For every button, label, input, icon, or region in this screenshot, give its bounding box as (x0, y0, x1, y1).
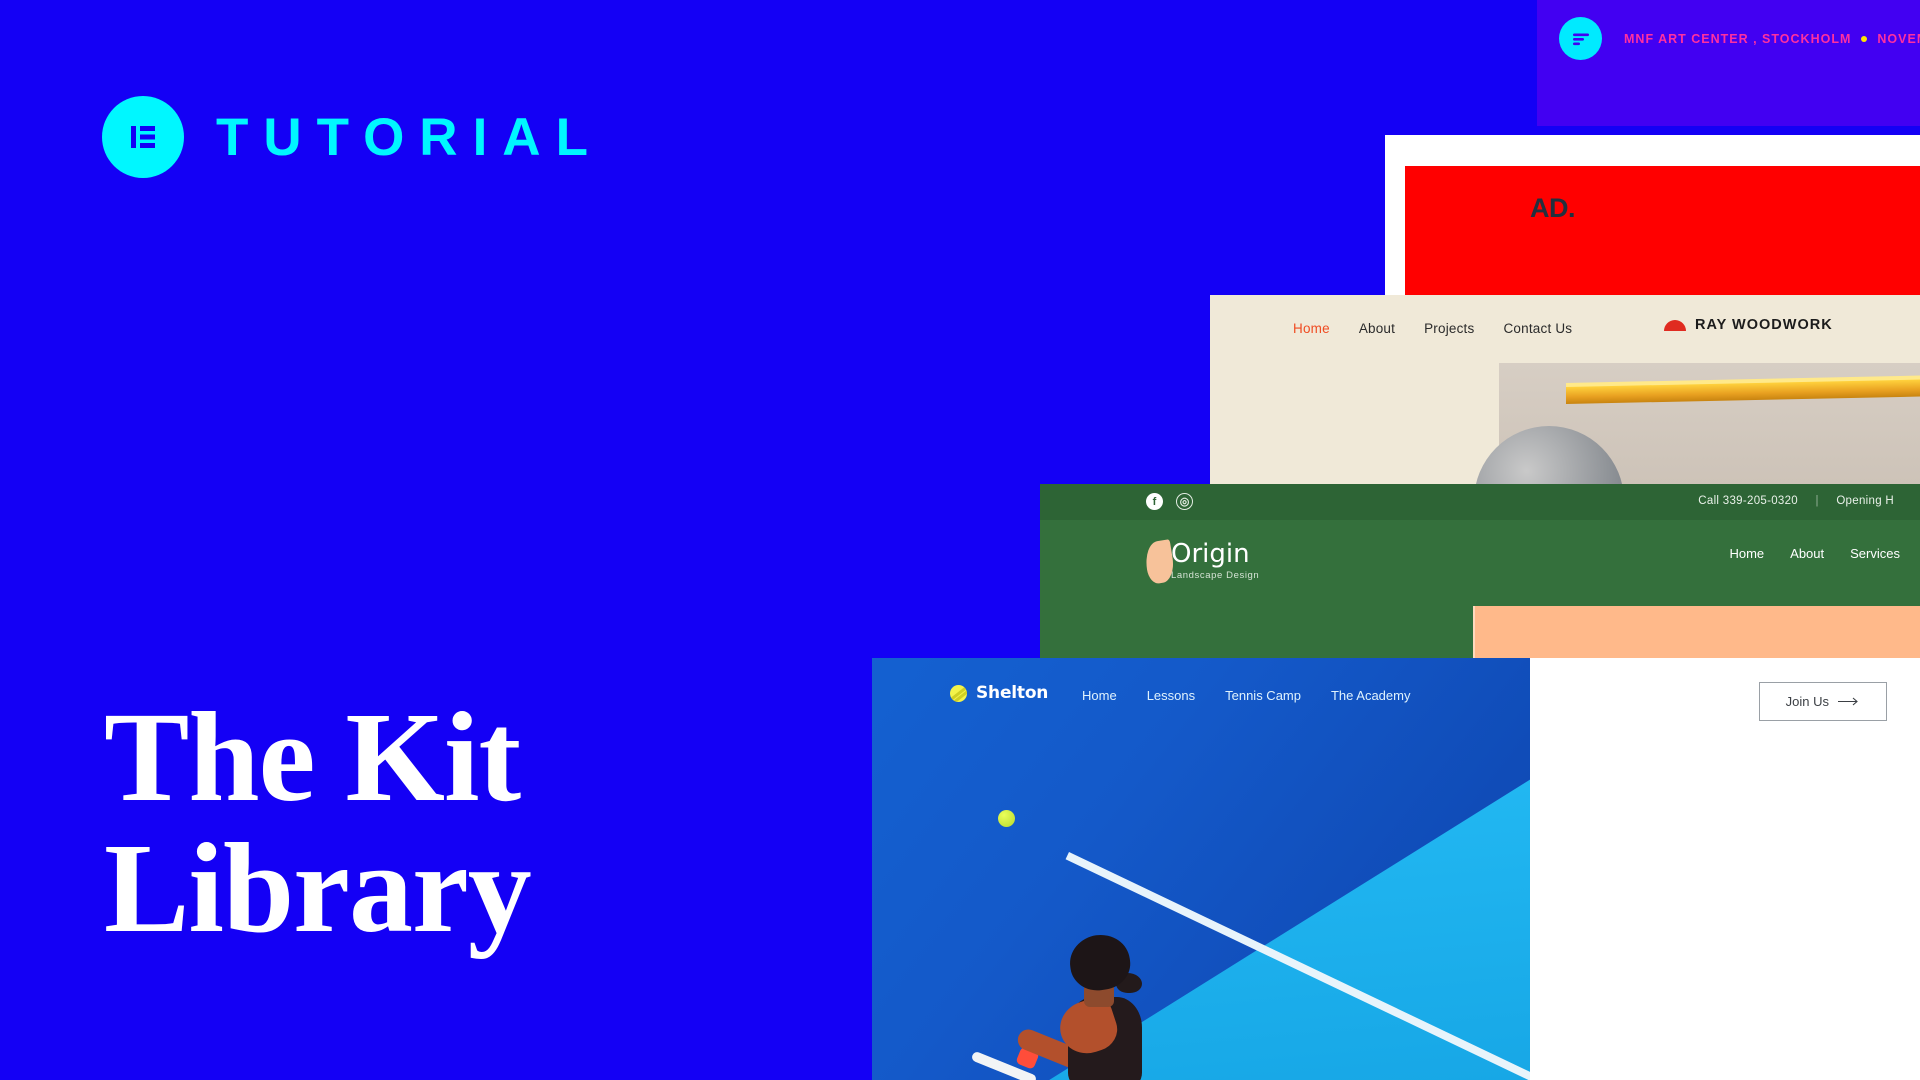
event-date: NOVEMBER 11- (1877, 31, 1920, 46)
ad-red-block: AD. (1405, 166, 1920, 301)
woodwork-brand: RAY WOODWORK (1664, 317, 1833, 333)
origin-nav-about[interactable]: About (1790, 546, 1824, 561)
origin-brand-name: Origin (1171, 539, 1250, 569)
tennis-ball-in-air-icon (998, 810, 1015, 827)
join-us-label: Join Us (1785, 694, 1829, 709)
join-us-button[interactable]: Join Us (1758, 682, 1887, 721)
kit-preview-event-bar[interactable]: MNF ART CENTER , STOCKHOLM NOVEMBER 11- (1537, 0, 1920, 126)
tennis-nav-tennis-camp[interactable]: Tennis Camp (1225, 688, 1301, 703)
hamburger-menu-icon[interactable] (1559, 17, 1602, 60)
facebook-icon[interactable]: f (1146, 493, 1163, 510)
instagram-icon[interactable]: ◎ (1176, 493, 1193, 510)
origin-brand-tagline: Landscape Design (1171, 570, 1260, 581)
ad-label: AD. (1530, 193, 1576, 223)
origin-social-links: f ◎ (1146, 493, 1193, 510)
origin-peach-block (1473, 606, 1920, 664)
arrow-right-icon (1838, 697, 1858, 706)
origin-nav-home[interactable]: Home (1729, 546, 1764, 561)
woodwork-brand-name: RAY WOODWORK (1695, 317, 1833, 333)
tennis-brand: Shelton (950, 683, 1048, 703)
brand-lockup: TUTORIAL (102, 96, 603, 178)
origin-opening-hours: Opening H (1836, 495, 1894, 507)
event-meta: MNF ART CENTER , STOCKHOLM NOVEMBER 11- (1624, 32, 1920, 46)
woodwork-nav-contact-us[interactable]: Contact Us (1503, 321, 1572, 336)
bullet-dot-icon (1861, 35, 1868, 42)
kit-preview-origin-landscape[interactable]: f ◎ Call 339-205-0320 | Opening H Origin… (1040, 484, 1920, 664)
tennis-nav: Home Lessons Tennis Camp The Academy (1082, 688, 1410, 703)
kit-preview-ray-woodwork[interactable]: Home About Projects Contact Us RAY WOODW… (1210, 295, 1920, 485)
origin-nav-services[interactable]: Services (1850, 546, 1900, 561)
origin-brand: Origin Landscape Design (1142, 539, 1259, 585)
tennis-player-figure (970, 931, 1174, 1080)
page-title: TUTORIAL (216, 107, 603, 167)
origin-separator: | (1815, 495, 1819, 507)
woodwork-nav-about[interactable]: About (1359, 321, 1395, 336)
tennis-ball-icon (950, 684, 967, 702)
kit-preview-shelton-tennis[interactable]: Shelton Home Lessons Tennis Camp The Aca… (872, 658, 1920, 1080)
origin-contact-info: Call 339-205-0320 | Opening H (1698, 495, 1894, 507)
origin-wordmark: Origin Landscape Design (1171, 541, 1259, 581)
headline-line-2: Library (104, 816, 532, 959)
kit-preview-ad[interactable]: AD. (1385, 135, 1920, 301)
tennis-brand-name: Shelton (976, 683, 1049, 703)
event-bar-inner: MNF ART CENTER , STOCKHOLM NOVEMBER 11- (1559, 17, 1920, 60)
woodwork-hero-photo (1473, 363, 1920, 485)
tennis-nav-the-academy[interactable]: The Academy (1331, 688, 1411, 703)
origin-phone[interactable]: Call 339-205-0320 (1698, 495, 1798, 507)
hero-headline: The Kit Library (104, 686, 532, 959)
elementor-logo-icon (102, 96, 184, 178)
woodwork-nav-projects[interactable]: Projects (1424, 321, 1474, 336)
woodwork-nav-home[interactable]: Home (1293, 321, 1330, 336)
tennis-header: Shelton Home Lessons Tennis Camp The Aca… (872, 658, 1920, 724)
event-venue: MNF ART CENTER , STOCKHOLM (1624, 31, 1852, 46)
headline-line-1: The Kit (104, 686, 521, 828)
origin-nav: Home About Services (1729, 546, 1900, 561)
half-circle-icon (1664, 319, 1686, 331)
woodwork-nav: Home About Projects Contact Us (1293, 321, 1572, 336)
tennis-nav-lessons[interactable]: Lessons (1147, 688, 1195, 703)
tennis-nav-home[interactable]: Home (1082, 688, 1117, 703)
